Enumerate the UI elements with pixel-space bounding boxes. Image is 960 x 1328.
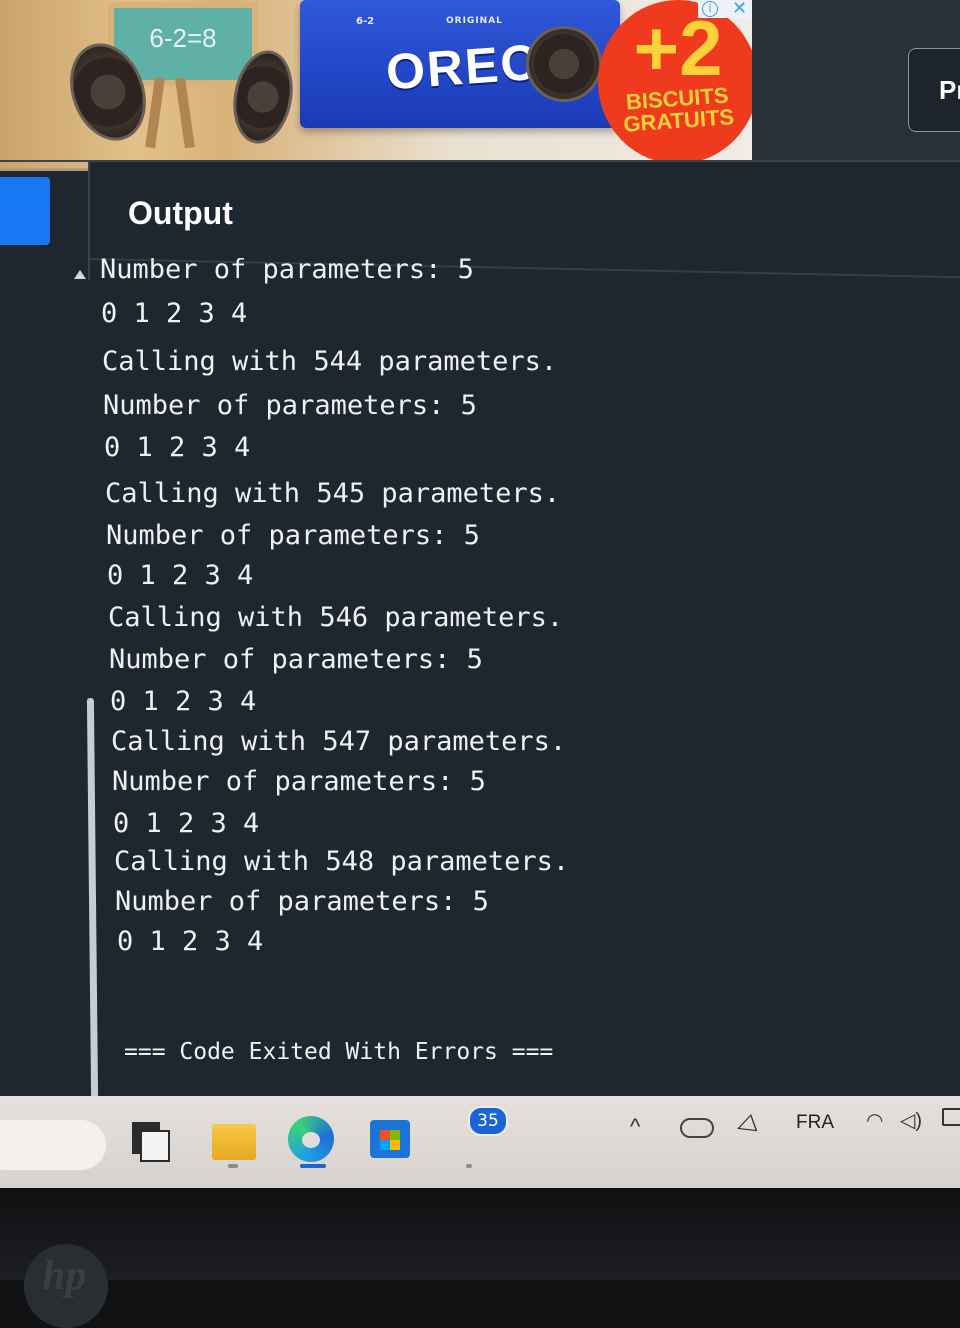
folder-icon[interactable] (212, 1124, 256, 1160)
oreo-pack-image: 6-2 ORIGINAL OREO (300, 0, 620, 128)
search-box[interactable] (0, 1120, 106, 1170)
battery-icon[interactable] (942, 1108, 960, 1126)
taskbar: 35 ^ ◁ FRA ◠ ◁) (0, 1096, 960, 1188)
console-line: Number of parameters: 5 (103, 390, 477, 421)
notification-badge: 35 (468, 1106, 508, 1136)
monitor-screen: 6-2=8 6-2 ORIGINAL OREO +2 BISCUITS GRAT… (0, 0, 960, 1190)
console-line: 0 1 2 3 4 (104, 432, 251, 463)
cookie-image (526, 26, 602, 102)
console-line: Number of parameters: 5 (112, 766, 486, 797)
brand-logo: OREO (384, 33, 544, 101)
laptop-bezel (0, 1188, 960, 1280)
exit-status-message: === Code Exited With Errors === (124, 1039, 554, 1065)
console-line: Calling with 547 parameters. (111, 726, 567, 757)
ad-close-icon[interactable]: ✕ (732, 0, 747, 19)
side-button[interactable]: Pr (908, 48, 960, 132)
chevron-up-icon[interactable]: ^ (630, 1114, 640, 1140)
run-button[interactable] (0, 177, 50, 245)
console-line: 0 1 2 3 4 (110, 686, 257, 717)
pack-code: 6-2 (356, 16, 375, 27)
active-indicator (300, 1164, 326, 1168)
console-line: Calling with 548 parameters. (114, 846, 570, 877)
easel-leg (145, 77, 165, 149)
wifi-icon[interactable]: ◠ (866, 1108, 883, 1133)
ad-info-icon[interactable]: i (702, 1, 718, 17)
edge-icon[interactable] (288, 1116, 334, 1162)
scroll-up-icon[interactable] (74, 270, 86, 279)
console-line: Number of parameters: 5 (115, 886, 489, 917)
running-indicator (228, 1164, 238, 1168)
console-line: 0 1 2 3 4 (113, 808, 260, 839)
console-line: Calling with 545 parameters. (105, 478, 561, 509)
promo-amount: +2 (633, 4, 723, 92)
easel-leg (175, 77, 195, 149)
promo-text: BISCUITS GRATUITS (597, 82, 752, 137)
cloud-icon[interactable] (680, 1118, 714, 1138)
output-title: Output (128, 195, 233, 231)
promo-badge: +2 BISCUITS GRATUITS (598, 0, 752, 164)
console-line: Calling with 546 parameters. (108, 602, 564, 633)
console-line: 0 1 2 3 4 (107, 560, 254, 591)
location-icon[interactable]: ◁ (732, 1108, 759, 1142)
ad-controls: i ✕ (698, 0, 752, 19)
console-line: 0 1 2 3 4 (117, 926, 264, 957)
files-icon[interactable] (132, 1122, 170, 1162)
scrollbar[interactable] (86, 697, 99, 1098)
ad-area: 6-2=8 6-2 ORIGINAL OREO +2 BISCUITS GRAT… (0, 0, 960, 171)
language-indicator[interactable]: FRA (796, 1112, 834, 1134)
speaker-icon[interactable]: ◁) (900, 1108, 922, 1133)
console-line: Number of parameters: 5 (106, 520, 480, 551)
console-line: Number of parameters: 5 (109, 644, 483, 675)
output-header: Output (90, 162, 960, 272)
console-line: Calling with 544 parameters. (102, 346, 558, 377)
running-indicator (466, 1164, 472, 1168)
laptop-logo: hp (24, 1244, 108, 1328)
console-line: Number of parameters: 5 (100, 258, 474, 285)
ad-banner[interactable]: 6-2=8 6-2 ORIGINAL OREO +2 BISCUITS GRAT… (0, 0, 752, 171)
console-output: Number of parameters: 5 0 1 2 3 4 Callin… (0, 258, 960, 1098)
store-icon[interactable] (370, 1120, 410, 1158)
pack-subtitle: ORIGINAL (446, 16, 503, 26)
console-line: 0 1 2 3 4 (101, 298, 248, 329)
